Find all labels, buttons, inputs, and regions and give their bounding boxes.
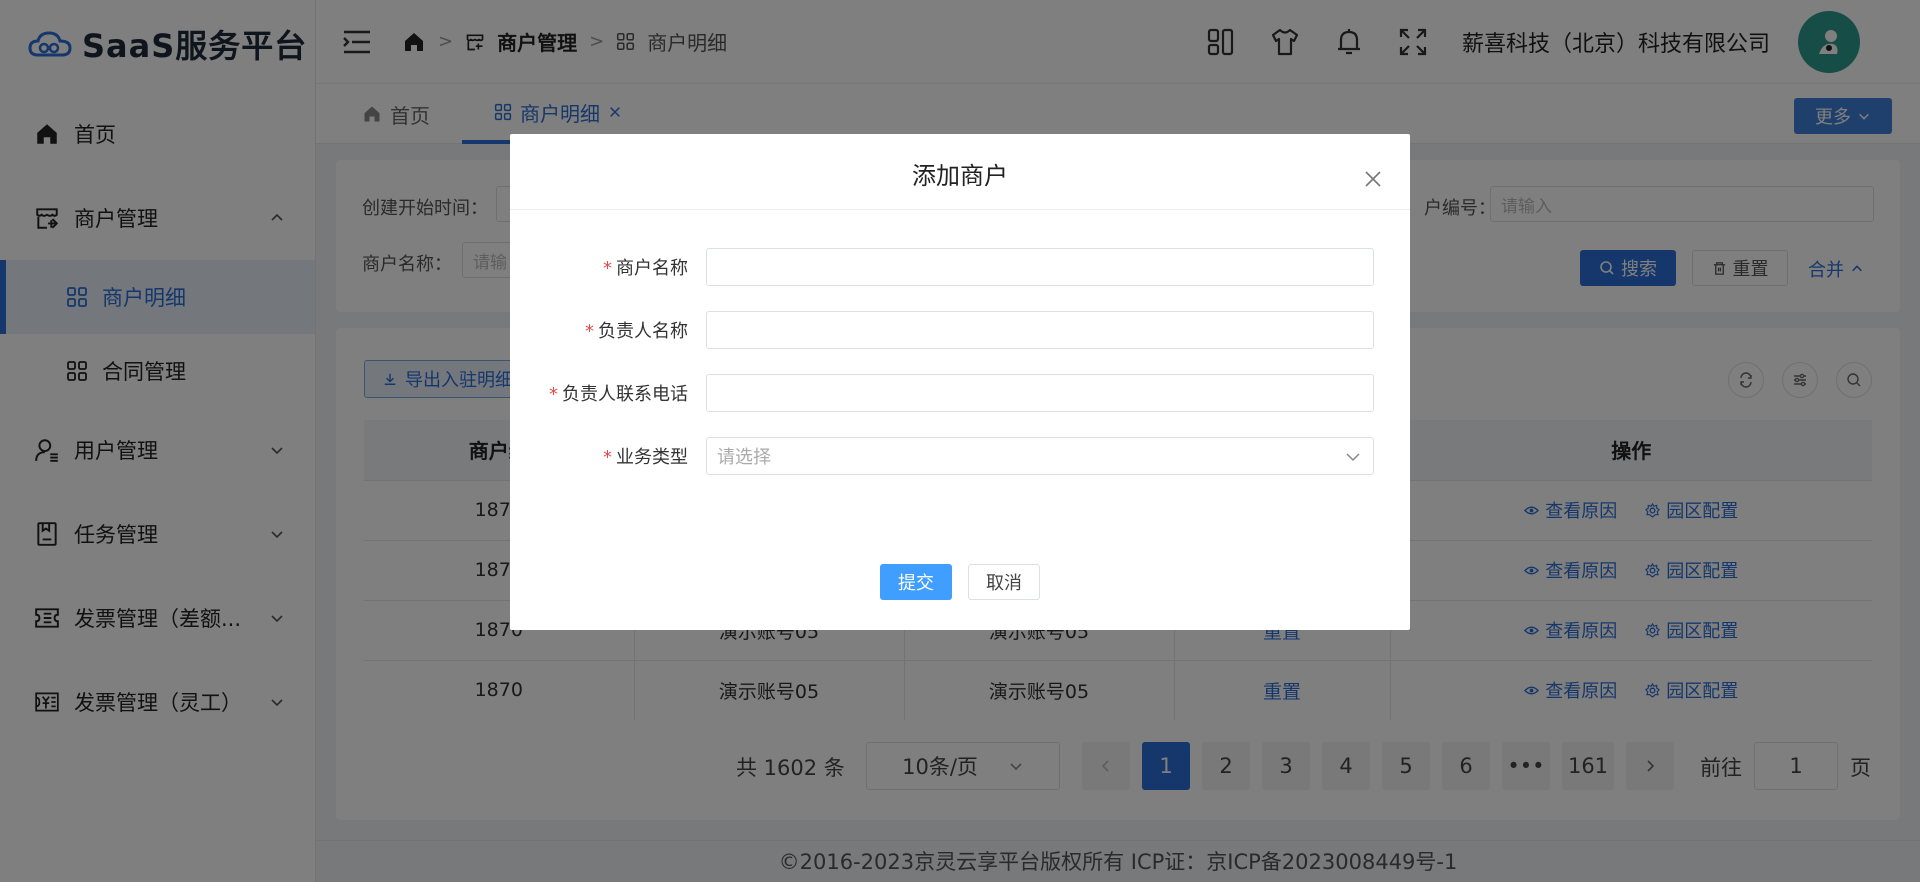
form-label: * 负责人联系电话 <box>549 380 688 406</box>
submit-button[interactable]: 提交 <box>880 564 952 600</box>
chevron-down-icon <box>1346 453 1360 462</box>
select-placeholder: 请选择 <box>717 447 771 468</box>
form-row-owner-name: * 负责人名称 <box>510 311 1410 349</box>
merchant-name-input[interactable] <box>706 248 1374 286</box>
required-mark: * <box>585 321 594 342</box>
form-label: * 商户名称 <box>603 254 688 280</box>
required-mark: * <box>603 258 612 279</box>
owner-name-input[interactable] <box>706 311 1374 349</box>
cancel-button[interactable]: 取消 <box>968 564 1040 600</box>
form-label-text: 业务类型 <box>616 447 688 468</box>
owner-phone-input[interactable] <box>706 374 1374 412</box>
required-mark: * <box>549 384 558 405</box>
add-merchant-modal: 添加商户 * 商户名称 * 负责人名称 * 负责人联系电话 * 业务类型 请选择 提交 … <box>510 134 1410 630</box>
form-label-text: 商户名称 <box>616 258 688 279</box>
modal-title: 添加商户 <box>912 162 1008 190</box>
close-icon[interactable] <box>1364 170 1382 188</box>
form-label-text: 负责人联系电话 <box>562 384 688 405</box>
form-label: * 负责人名称 <box>585 317 688 343</box>
form-label: * 业务类型 <box>603 443 688 469</box>
form-row-business-type: * 业务类型 请选择 <box>510 437 1410 475</box>
business-type-select[interactable]: 请选择 <box>706 437 1374 475</box>
form-label-text: 负责人名称 <box>598 321 688 342</box>
form-row-owner-phone: * 负责人联系电话 <box>510 374 1410 412</box>
form-row-merchant-name: * 商户名称 <box>510 248 1410 286</box>
required-mark: * <box>603 447 612 468</box>
modal-header: 添加商户 <box>510 134 1410 210</box>
